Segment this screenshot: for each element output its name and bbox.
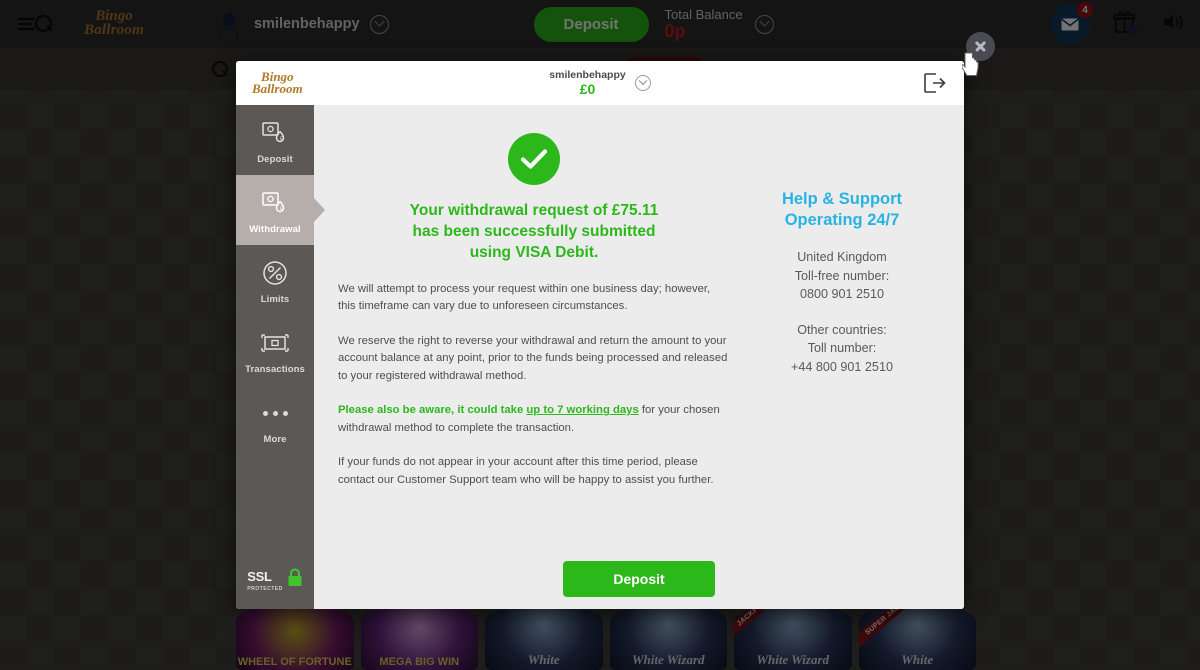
success-message: Your withdrawal request of £75.11 has be… (338, 201, 730, 264)
success-message-line2: has been successfully submitted (412, 222, 656, 240)
modal-footer: Deposit (314, 549, 964, 609)
sidebar-item-withdrawal[interactable]: £ Withdrawal (236, 175, 314, 245)
info-paragraph-3: Please also be aware, it could take up t… (338, 402, 730, 437)
sidebar-item-limits[interactable]: Limits (236, 245, 314, 315)
sidebar-item-label: More (263, 434, 287, 445)
chevron-down-icon[interactable] (634, 75, 651, 91)
help-support-title-line2: Operating 24/7 (784, 210, 900, 229)
modal-sidebar: £ Deposit £ Withdrawal Limits Transactio… (236, 105, 314, 609)
ssl-badge-subtitle: PROTECTED (247, 585, 283, 592)
modal-balance: £0 (579, 80, 596, 97)
deposit-icon: £ (240, 118, 310, 148)
modal-content: Your withdrawal request of £75.11 has be… (314, 105, 964, 609)
withdrawal-icon: £ (240, 188, 310, 218)
logout-icon[interactable] (924, 73, 946, 93)
help-contact-other: Other countries: Toll number: +44 800 90… (744, 321, 940, 376)
working-days-link[interactable]: up to 7 working days (526, 404, 638, 416)
help-region-name: Other countries: (797, 323, 887, 337)
confirmation-column: Your withdrawal request of £75.11 has be… (338, 127, 744, 549)
sidebar-item-label: Deposit (257, 154, 293, 165)
ssl-badge: SSL PROTECTED (236, 568, 314, 593)
sidebar-item-transactions[interactable]: Transactions (236, 315, 314, 385)
help-support-title: Help & Support Operating 24/7 (744, 189, 940, 230)
deposit-button[interactable]: Deposit (563, 561, 715, 597)
help-phone-number[interactable]: +44 800 901 2510 (744, 358, 940, 376)
transactions-icon (240, 328, 310, 358)
sidebar-item-more[interactable]: More (236, 385, 314, 455)
svg-text:£: £ (280, 206, 283, 212)
svg-text:£: £ (280, 136, 283, 142)
modal-body: £ Deposit £ Withdrawal Limits Transactio… (236, 105, 964, 609)
ssl-badge-title: SSL (247, 568, 272, 584)
more-dots-icon (240, 398, 310, 428)
help-support-title-line1: Help & Support (781, 190, 903, 208)
limits-icon (240, 258, 310, 288)
info-paragraph-1: We will attempt to process your request … (338, 282, 711, 313)
info-paragraph-4: If your funds do not appear in your acco… (338, 456, 714, 486)
modal-header: Bingo Ballroom smilenbehappy £0 (236, 61, 964, 105)
help-phone-number[interactable]: 0800 901 2510 (744, 285, 940, 303)
help-region-label: Toll number: (807, 341, 877, 356)
padlock-icon (287, 568, 303, 592)
modal-username: smilenbehappy (549, 68, 626, 81)
help-support-panel: Help & Support Operating 24/7 United Kin… (744, 127, 940, 549)
sidebar-item-label: Transactions (245, 364, 305, 375)
help-contact-uk: United Kingdom Toll-free number: 0800 90… (744, 248, 940, 303)
paragraph-3-lead: Please also be aware, it could take (338, 404, 527, 417)
sidebar-item-label: Withdrawal (249, 224, 301, 235)
success-message-line3: using VISA Debit. (469, 243, 599, 261)
sidebar-item-deposit[interactable]: £ Deposit (236, 105, 314, 175)
withdrawal-confirmation: Your withdrawal request of £75.11 has be… (314, 105, 964, 549)
screen-root: WHEEL OF FORTUNE MEGA BIG WIN White Whit… (0, 0, 1200, 670)
success-message-line1: Your withdrawal request of £75.11 (409, 202, 659, 219)
checkmark-circle-icon (508, 133, 560, 185)
withdrawal-modal: Bingo Ballroom smilenbehappy £0 £ Deposi… (236, 61, 964, 609)
close-icon[interactable] (966, 32, 995, 61)
help-region-label: Toll-free number: (794, 268, 890, 283)
modal-account-info: smilenbehappy £0 (236, 69, 964, 97)
info-paragraph-2: We reserve the right to reverse your wit… (338, 334, 728, 382)
help-region-name: United Kingdom (797, 250, 887, 265)
sidebar-item-label: Limits (260, 294, 290, 305)
